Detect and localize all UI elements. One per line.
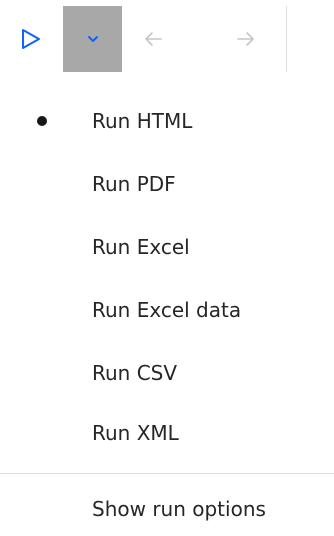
run-button[interactable] bbox=[0, 6, 62, 72]
menu-item-show-run-options[interactable]: Show run options bbox=[0, 482, 334, 536]
menu-item-run-xml[interactable]: Run XML bbox=[0, 406, 334, 460]
back-button[interactable] bbox=[128, 6, 178, 72]
toolbar-divider bbox=[286, 6, 287, 72]
menu-item-label: Run Excel data bbox=[92, 298, 242, 322]
menu-item-label: Run Excel bbox=[92, 235, 190, 259]
bullet-icon bbox=[37, 116, 47, 126]
arrow-left-icon bbox=[145, 32, 162, 46]
forward-button[interactable] bbox=[218, 6, 274, 72]
run-format-menu: Run HTML Run PDF Run Excel Run Excel dat… bbox=[0, 78, 334, 521]
menu-separator bbox=[0, 473, 334, 474]
menu-item-run-excel-data[interactable]: Run Excel data bbox=[0, 283, 334, 337]
menu-item-label: Run HTML bbox=[92, 109, 193, 133]
menu-item-run-html[interactable]: Run HTML bbox=[0, 94, 334, 148]
menu-item-run-excel[interactable]: Run Excel bbox=[0, 220, 334, 274]
menu-item-label: Run CSV bbox=[92, 361, 178, 385]
menu-item-label: Run PDF bbox=[92, 172, 176, 196]
arrow-right-icon bbox=[237, 32, 254, 46]
menu-item-label: Run XML bbox=[92, 421, 179, 445]
chevron-down-icon bbox=[87, 36, 98, 42]
menu-item-run-pdf[interactable]: Run PDF bbox=[0, 157, 334, 211]
menu-item-label: Show run options bbox=[92, 497, 266, 521]
menu-item-run-csv[interactable]: Run CSV bbox=[0, 346, 334, 400]
play-outline-icon bbox=[22, 29, 40, 49]
run-toolbar bbox=[0, 0, 334, 78]
run-options-dropdown-button[interactable] bbox=[63, 6, 122, 72]
